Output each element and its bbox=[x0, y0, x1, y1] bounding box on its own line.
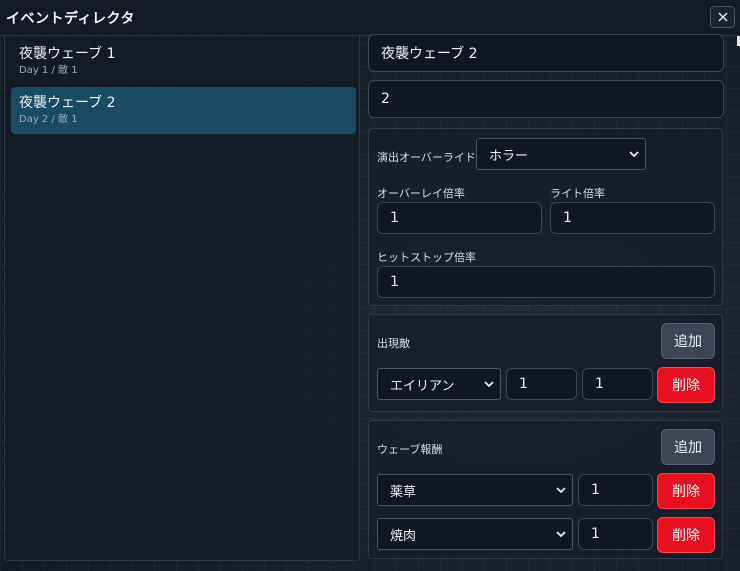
reward-qty-input[interactable]: 1 bbox=[578, 474, 653, 506]
close-icon bbox=[718, 12, 727, 22]
event-name: 夜襲ウェーブ 2 bbox=[19, 95, 116, 111]
window-title: イベントディレクタ bbox=[6, 10, 135, 27]
hitstop-label: ヒットストップ倍率 bbox=[377, 251, 476, 264]
light-input[interactable]: 1 bbox=[550, 202, 715, 234]
enemies-section: 出現敵 追加 エイリアン 1 1 削除 bbox=[368, 314, 723, 412]
reward-item-select[interactable]: 薬草 bbox=[377, 474, 573, 506]
enemy-type-select[interactable]: エイリアン bbox=[377, 368, 501, 400]
chevron-down-icon bbox=[556, 531, 566, 538]
override-select[interactable]: ホラー bbox=[476, 138, 646, 170]
chevron-down-icon bbox=[484, 381, 494, 388]
hitstop-input[interactable]: 1 bbox=[377, 266, 715, 298]
enemy-extra-input[interactable]: 1 bbox=[582, 368, 653, 400]
event-day-input[interactable]: 2 bbox=[368, 80, 724, 118]
chevron-down-icon bbox=[629, 151, 639, 158]
overlay-input[interactable]: 1 bbox=[377, 202, 542, 234]
close-button[interactable] bbox=[710, 6, 735, 28]
delete-reward-button[interactable]: 削除 bbox=[657, 517, 715, 553]
delete-enemy-button[interactable]: 削除 bbox=[657, 367, 715, 403]
chevron-down-icon bbox=[556, 487, 566, 494]
delete-reward-button[interactable]: 削除 bbox=[657, 473, 715, 509]
reward-item-value: 焼肉 bbox=[390, 528, 417, 544]
add-reward-button[interactable]: 追加 bbox=[661, 429, 715, 465]
event-name: 夜襲ウェーブ 1 bbox=[19, 46, 116, 62]
add-enemy-button[interactable]: 追加 bbox=[661, 323, 715, 359]
event-list-item[interactable]: 夜襲ウェーブ 1 Day 1 / 敵 1 bbox=[11, 38, 356, 85]
event-name-input[interactable]: 夜襲ウェーブ 2 bbox=[368, 34, 724, 72]
event-summary: Day 1 / 敵 1 bbox=[19, 65, 78, 76]
override-select-value: ホラー bbox=[489, 148, 529, 164]
enemies-label: 出現敵 bbox=[377, 337, 410, 350]
event-director-window: イベントディレクタ 夜襲ウェーブ 1 Day 1 / 敵 1 夜襲ウェーブ 2 … bbox=[0, 0, 740, 571]
enemy-count-input[interactable]: 1 bbox=[506, 368, 577, 400]
reward-qty-input[interactable]: 1 bbox=[578, 518, 653, 550]
event-list: 夜襲ウェーブ 1 Day 1 / 敵 1 夜襲ウェーブ 2 Day 2 / 敵 … bbox=[4, 36, 360, 561]
reward-item-select[interactable]: 焼肉 bbox=[377, 518, 573, 550]
override-label: 演出オーバーライド bbox=[377, 151, 476, 164]
event-list-item-selected[interactable]: 夜襲ウェーブ 2 Day 2 / 敵 1 bbox=[11, 87, 356, 134]
title-bar: イベントディレクタ bbox=[0, 0, 740, 36]
enemy-type-value: エイリアン bbox=[390, 378, 455, 394]
reward-item-value: 薬草 bbox=[390, 484, 417, 500]
rewards-label: ウェーブ報酬 bbox=[377, 443, 443, 456]
light-label: ライト倍率 bbox=[550, 187, 605, 200]
rewards-section: ウェーブ報酬 追加 薬草 1 削除 焼肉 1 削除 bbox=[368, 420, 723, 559]
event-summary: Day 2 / 敵 1 bbox=[19, 114, 78, 125]
presentation-section: 演出オーバーライド ホラー オーバーレイ倍率 1 ライト倍率 1 ヒットストップ… bbox=[368, 128, 723, 306]
overlay-label: オーバーレイ倍率 bbox=[377, 187, 465, 200]
event-editor: 夜襲ウェーブ 2 2 演出オーバーライド ホラー オーバーレイ倍率 1 ライト倍… bbox=[368, 34, 724, 571]
